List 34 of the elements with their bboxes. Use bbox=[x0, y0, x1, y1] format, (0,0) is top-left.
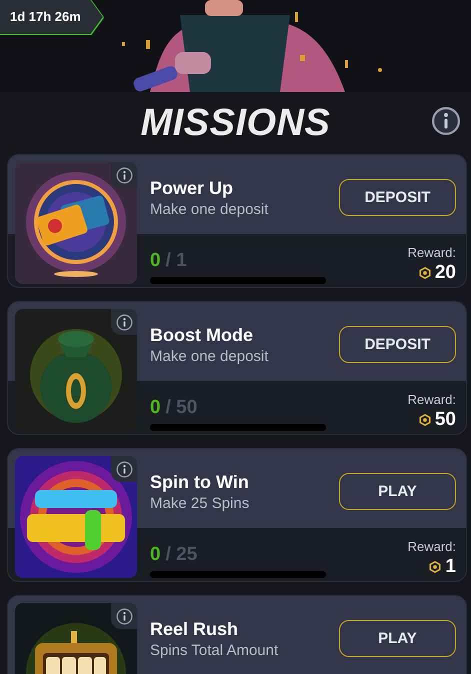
timer-badge: 1d 17h 26m bbox=[0, 0, 103, 34]
progress-current: 0 bbox=[150, 250, 161, 272]
info-icon[interactable] bbox=[116, 608, 132, 624]
reward-label: Reward: bbox=[408, 539, 456, 554]
reward-amount: 1 bbox=[445, 556, 456, 578]
action-button[interactable]: PLAY bbox=[339, 473, 456, 510]
info-icon[interactable] bbox=[431, 106, 461, 136]
progress-total: / 50 bbox=[166, 397, 198, 419]
mission-title: Reel Rush bbox=[150, 618, 240, 640]
action-button[interactable]: DEPOSIT bbox=[339, 179, 456, 216]
mission-title: Power Up bbox=[150, 178, 234, 198]
reward-label: Reward: bbox=[408, 245, 456, 260]
action-button[interactable]: DEPOSIT bbox=[339, 326, 456, 363]
mission-title: Boost Mode bbox=[150, 324, 254, 346]
coin-icon bbox=[418, 267, 431, 279]
reward-amount: 50 bbox=[434, 409, 456, 431]
mission-description: Spins Total Amount bbox=[150, 642, 278, 658]
mission-description: Make one deposit bbox=[150, 200, 268, 218]
progress-current: 0 bbox=[150, 544, 161, 566]
progress-total: / 1 bbox=[166, 250, 187, 272]
progress-total: / 25 bbox=[166, 544, 198, 566]
progress-current: 0 bbox=[150, 397, 161, 419]
coin-icon bbox=[429, 561, 442, 573]
reward-label: Reward: bbox=[408, 392, 456, 407]
info-icon[interactable] bbox=[116, 314, 132, 330]
page-title: MISSIONS bbox=[140, 102, 330, 144]
coin-icon bbox=[418, 414, 431, 426]
mission-title: Spin to Win bbox=[150, 472, 250, 492]
mission-description: Make one deposit bbox=[150, 348, 268, 364]
info-icon[interactable] bbox=[116, 460, 132, 478]
reward-amount: 20 bbox=[434, 262, 456, 284]
mission-description: Make 25 Spins bbox=[150, 494, 250, 512]
info-icon[interactable] bbox=[116, 166, 132, 184]
action-button[interactable]: PLAY bbox=[339, 620, 456, 657]
